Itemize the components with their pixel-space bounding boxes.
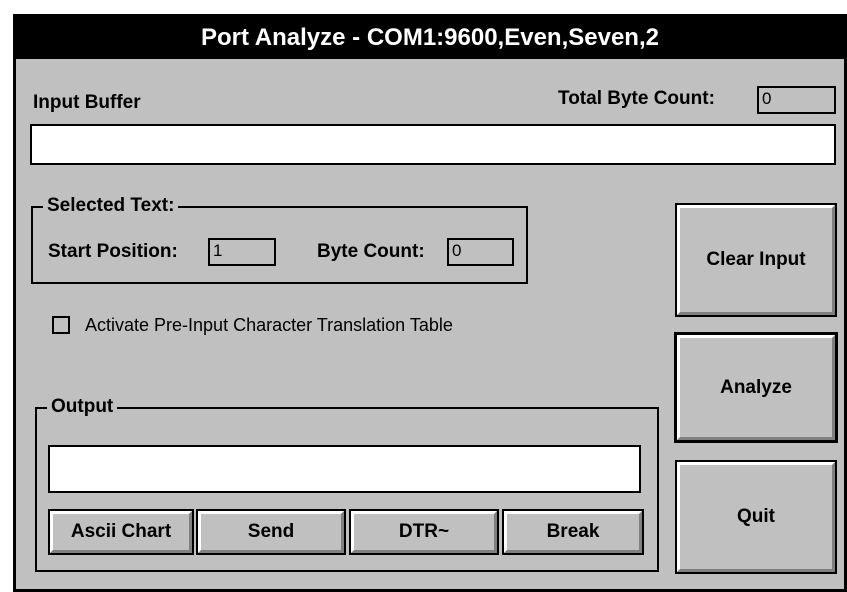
clear-input-button[interactable]: Clear Input	[675, 203, 837, 317]
ascii-chart-button[interactable]: Ascii Chart	[48, 509, 194, 555]
output-field[interactable]	[48, 445, 641, 493]
input-buffer-label: Input Buffer	[33, 92, 141, 113]
send-button[interactable]: Send	[196, 509, 346, 555]
total-byte-count-field: 0	[757, 86, 836, 114]
selected-text-title: Selected Text:	[43, 195, 179, 217]
quit-button[interactable]: Quit	[675, 460, 837, 574]
window-title: Port Analyze - COM1:9600,Even,Seven,2	[16, 17, 844, 59]
dtr-button[interactable]: DTR~	[349, 509, 499, 555]
input-buffer-field[interactable]	[30, 124, 836, 165]
translation-table-label: Activate Pre-Input Character Translation…	[85, 315, 453, 335]
start-position-field: 1	[208, 238, 276, 266]
analyze-button[interactable]: Analyze	[674, 332, 838, 443]
byte-count-label: Byte Count:	[317, 241, 425, 262]
start-position-label: Start Position:	[48, 241, 178, 262]
translation-table-checkbox[interactable]	[52, 316, 70, 334]
total-byte-count-label: Total Byte Count:	[558, 88, 715, 109]
output-title: Output	[47, 396, 118, 418]
byte-count-field: 0	[447, 238, 514, 266]
break-button[interactable]: Break	[502, 509, 644, 555]
port-analyze-window: Port Analyze - COM1:9600,Even,Seven,2 In…	[13, 14, 847, 592]
